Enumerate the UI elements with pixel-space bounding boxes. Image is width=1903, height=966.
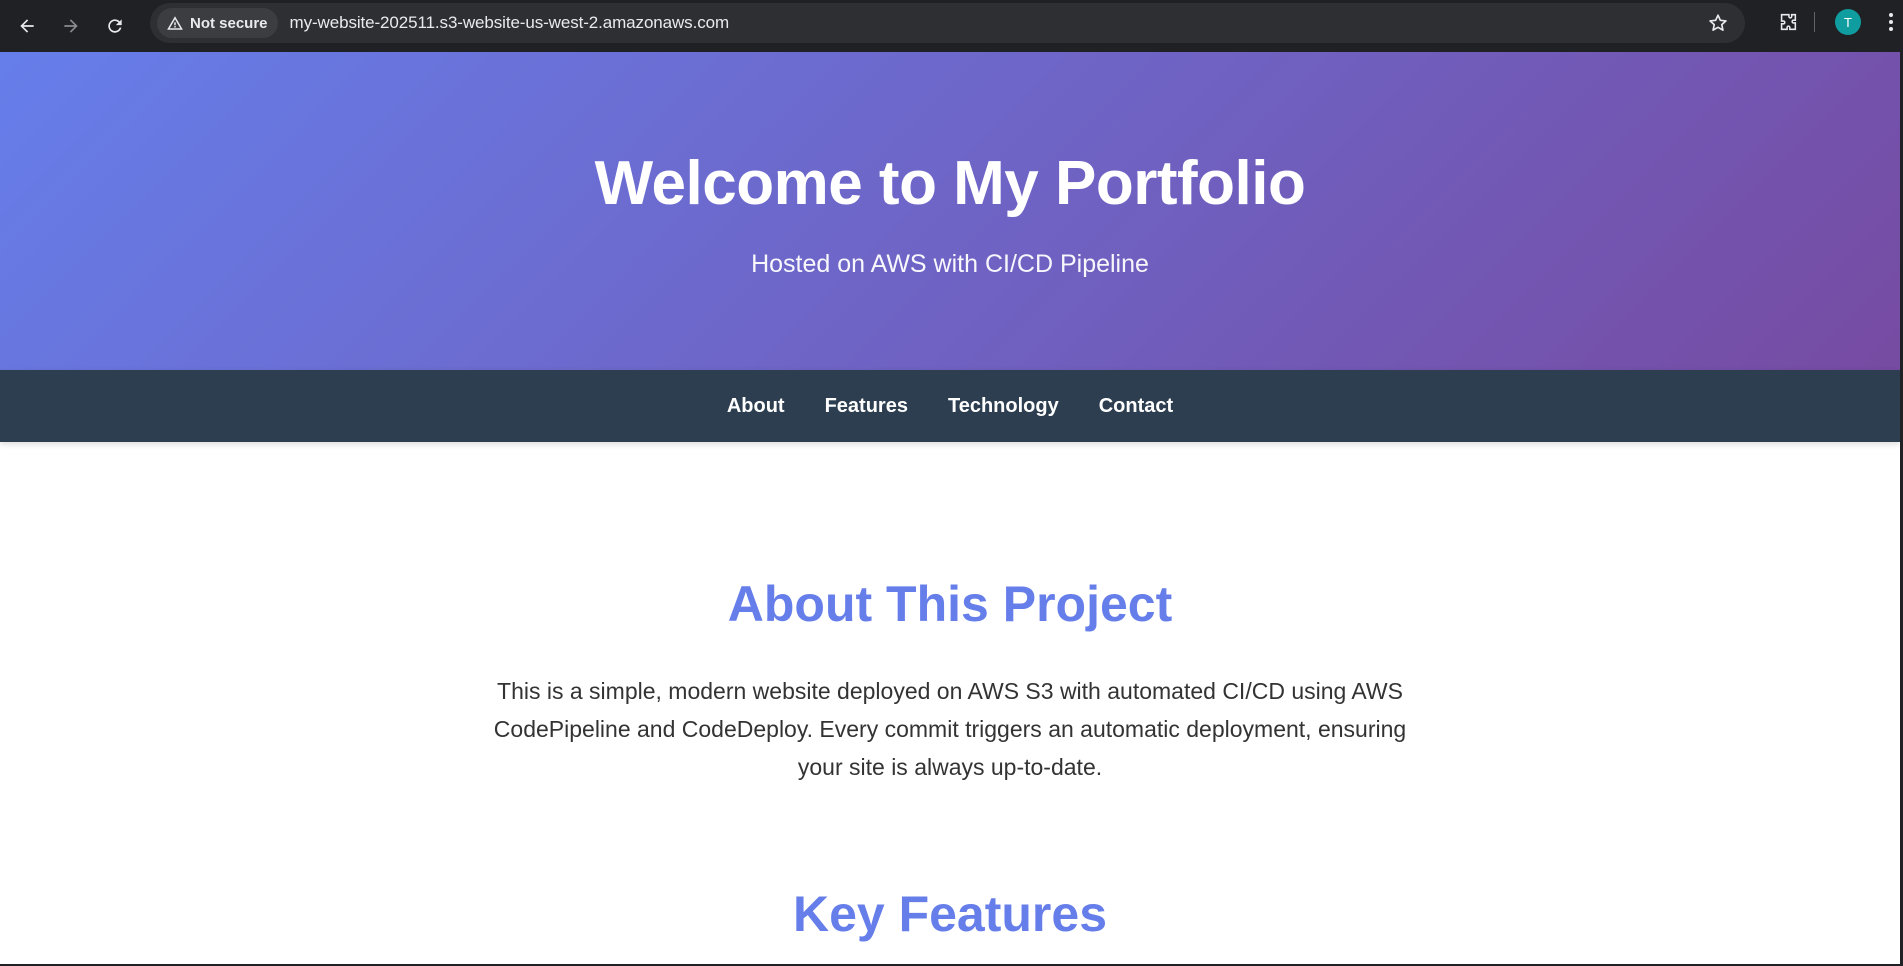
- back-button[interactable]: [7, 6, 47, 46]
- menu-icon: [1889, 13, 1893, 31]
- hero-subtitle: Hosted on AWS with CI/CD Pipeline: [751, 250, 1149, 278]
- about-heading: About This Project: [727, 576, 1173, 632]
- nav-link-contact[interactable]: Contact: [1099, 395, 1173, 418]
- about-body: This is a simple, modern website deploye…: [493, 678, 1407, 780]
- extensions-button[interactable]: [1768, 2, 1808, 42]
- address-bar[interactable]: Not secure my-website-202511.s3-website-…: [150, 3, 1745, 43]
- hero-header: Welcome to My Portfolio Hosted on AWS wi…: [0, 52, 1900, 370]
- site-navigation: About Features Technology Contact: [0, 370, 1900, 442]
- nav-link-features[interactable]: Features: [825, 395, 908, 418]
- features-section: Key Features: [0, 884, 1900, 944]
- profile-avatar[interactable]: T: [1835, 9, 1861, 35]
- nav-link-about[interactable]: About: [727, 395, 785, 418]
- page-viewport: Welcome to My Portfolio Hosted on AWS wi…: [0, 52, 1903, 964]
- hero-title: Welcome to My Portfolio: [594, 149, 1306, 218]
- nav-link-technology[interactable]: Technology: [948, 395, 1059, 418]
- browser-menu-button[interactable]: [1881, 2, 1901, 42]
- url-text[interactable]: my-website-202511.s3-website-us-west-2.a…: [290, 13, 730, 33]
- extensions-icon: [1780, 13, 1797, 31]
- security-indicator[interactable]: Not secure: [157, 8, 278, 38]
- about-section: About This Project This is a simple, mod…: [0, 574, 1900, 786]
- forward-button[interactable]: [51, 6, 91, 46]
- back-icon: [20, 19, 34, 33]
- forward-icon: [64, 19, 78, 33]
- features-heading: Key Features: [792, 886, 1108, 942]
- warning-icon: [167, 16, 183, 30]
- reload-icon: [108, 19, 122, 33]
- reload-button[interactable]: [95, 6, 135, 46]
- toolbar-right: T: [1768, 0, 1903, 44]
- star-icon[interactable]: [1707, 12, 1729, 34]
- toolbar-separator: [1814, 12, 1815, 32]
- browser-toolbar: Not secure my-website-202511.s3-website-…: [0, 0, 1903, 52]
- security-label: Not secure: [190, 14, 268, 32]
